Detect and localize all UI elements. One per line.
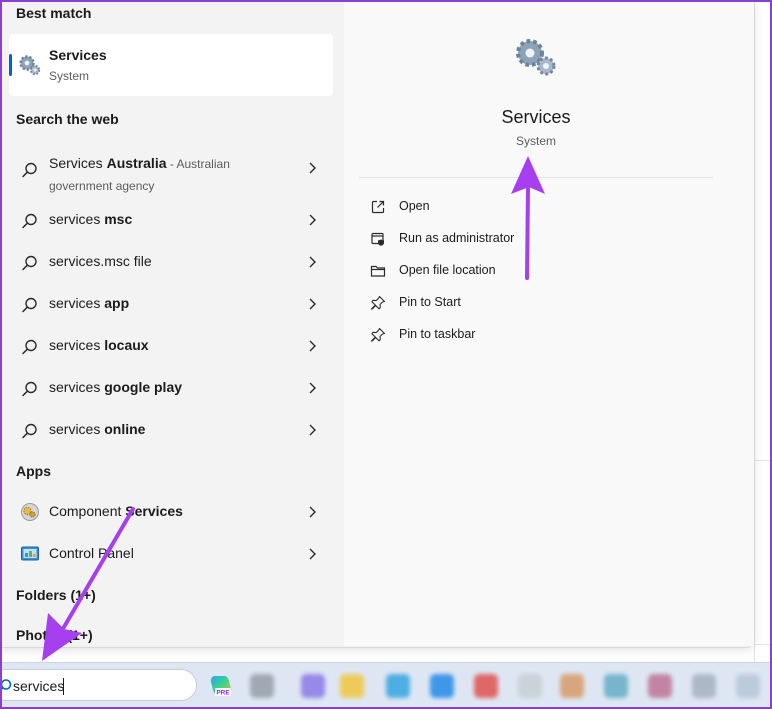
copilot-badge: PRE <box>216 690 230 697</box>
taskbar-app-icon[interactable] <box>648 674 672 698</box>
web-result-match: app <box>104 295 130 311</box>
best-match-heading: Best match <box>16 5 92 21</box>
action-label: Pin to taskbar <box>399 327 476 341</box>
selection-indicator <box>9 54 12 76</box>
taskbar-app-icon[interactable] <box>250 674 274 698</box>
best-match-subtitle: System <box>49 69 90 83</box>
web-result-match: msc <box>104 211 133 227</box>
taskbar-app-icon[interactable] <box>474 674 498 698</box>
chevron-right-icon <box>304 546 320 562</box>
pin-icon <box>370 327 386 343</box>
shield-admin-icon <box>370 231 386 247</box>
web-result-text: services <box>49 337 105 353</box>
annotation-arrow-down <box>42 507 135 661</box>
taskbar-app-icon[interactable] <box>604 674 628 698</box>
chevron-right-icon <box>304 296 320 312</box>
taskbar-app-icon[interactable] <box>386 674 410 698</box>
chevron-right-icon <box>304 160 320 176</box>
search-icon <box>0 678 13 694</box>
copilot-pre-icon[interactable]: PRE <box>209 673 235 699</box>
web-result-match: locaux <box>104 337 149 353</box>
web-result-services-australia[interactable]: Services Australia - Australian governme… <box>9 147 333 193</box>
web-result-match: online <box>104 421 146 437</box>
web-result-services-app[interactable]: services app <box>9 284 333 324</box>
chevron-right-icon <box>304 504 320 520</box>
taskbar-app-icon[interactable] <box>301 674 325 698</box>
taskbar-app-icon[interactable] <box>340 674 364 698</box>
search-icon <box>21 380 39 398</box>
web-result-services-msc-file[interactable]: services.msc file <box>9 242 333 282</box>
detail-subtitle: System <box>515 134 556 148</box>
web-result-text: services <box>49 211 105 227</box>
chevron-right-icon <box>304 254 320 270</box>
open-external-icon <box>370 199 386 215</box>
taskbar-app-icon[interactable] <box>560 674 584 698</box>
desktop-background <box>754 0 772 662</box>
apps-heading: Apps <box>16 463 51 479</box>
chevron-right-icon <box>304 422 320 438</box>
action-label: Open <box>399 199 430 213</box>
search-web-heading: Search the web <box>16 111 119 127</box>
taskbar: PRE <box>0 662 772 709</box>
search-icon <box>21 254 39 272</box>
chevron-right-icon <box>304 338 320 354</box>
web-result-text: services.msc file <box>49 253 152 269</box>
search-icon <box>21 422 39 440</box>
search-icon <box>21 212 39 230</box>
web-result-services-google-play[interactable]: services google play <box>9 368 333 408</box>
best-match-services[interactable]: Services System <box>9 34 333 96</box>
chevron-right-icon <box>304 380 320 396</box>
web-result-services-online[interactable]: services online <box>9 410 333 450</box>
action-label: Open file location <box>399 263 496 277</box>
taskbar-app-icon[interactable] <box>430 674 454 698</box>
web-result-text: Services <box>49 155 107 171</box>
web-result-services-locaux[interactable]: services locaux <box>9 326 333 366</box>
taskbar-app-icon[interactable] <box>692 674 716 698</box>
web-result-match: google play <box>104 379 183 395</box>
search-icon <box>21 338 39 356</box>
pin-icon <box>370 295 386 311</box>
search-input[interactable] <box>13 675 163 697</box>
chevron-right-icon <box>304 212 320 228</box>
taskbar-search-box[interactable] <box>0 669 197 701</box>
taskbar-app-icon[interactable] <box>518 674 542 698</box>
folder-icon <box>370 263 386 279</box>
gears-icon <box>512 36 560 78</box>
annotation-arrow-up <box>511 156 545 280</box>
search-icon <box>21 161 39 179</box>
web-result-text: services <box>49 295 105 311</box>
web-result-text: services <box>49 379 105 395</box>
web-result-text: services <box>49 421 105 437</box>
action-pin-to-taskbar[interactable]: Pin to taskbar <box>359 319 713 351</box>
taskbar-app-icon[interactable] <box>736 674 760 698</box>
web-result-match: Australia <box>106 155 167 171</box>
action-label: Run as administrator <box>399 231 515 245</box>
action-label: Pin to Start <box>399 295 461 309</box>
text-caret <box>63 678 64 695</box>
gears-icon <box>18 53 42 77</box>
search-icon <box>21 296 39 314</box>
detail-title: Services <box>501 107 571 127</box>
best-match-title: Services <box>49 47 107 63</box>
web-result-services-msc[interactable]: services msc <box>9 200 333 240</box>
action-pin-to-start[interactable]: Pin to Start <box>359 287 713 319</box>
result-detail-pane: Services System Open Run as administrato… <box>344 0 754 646</box>
